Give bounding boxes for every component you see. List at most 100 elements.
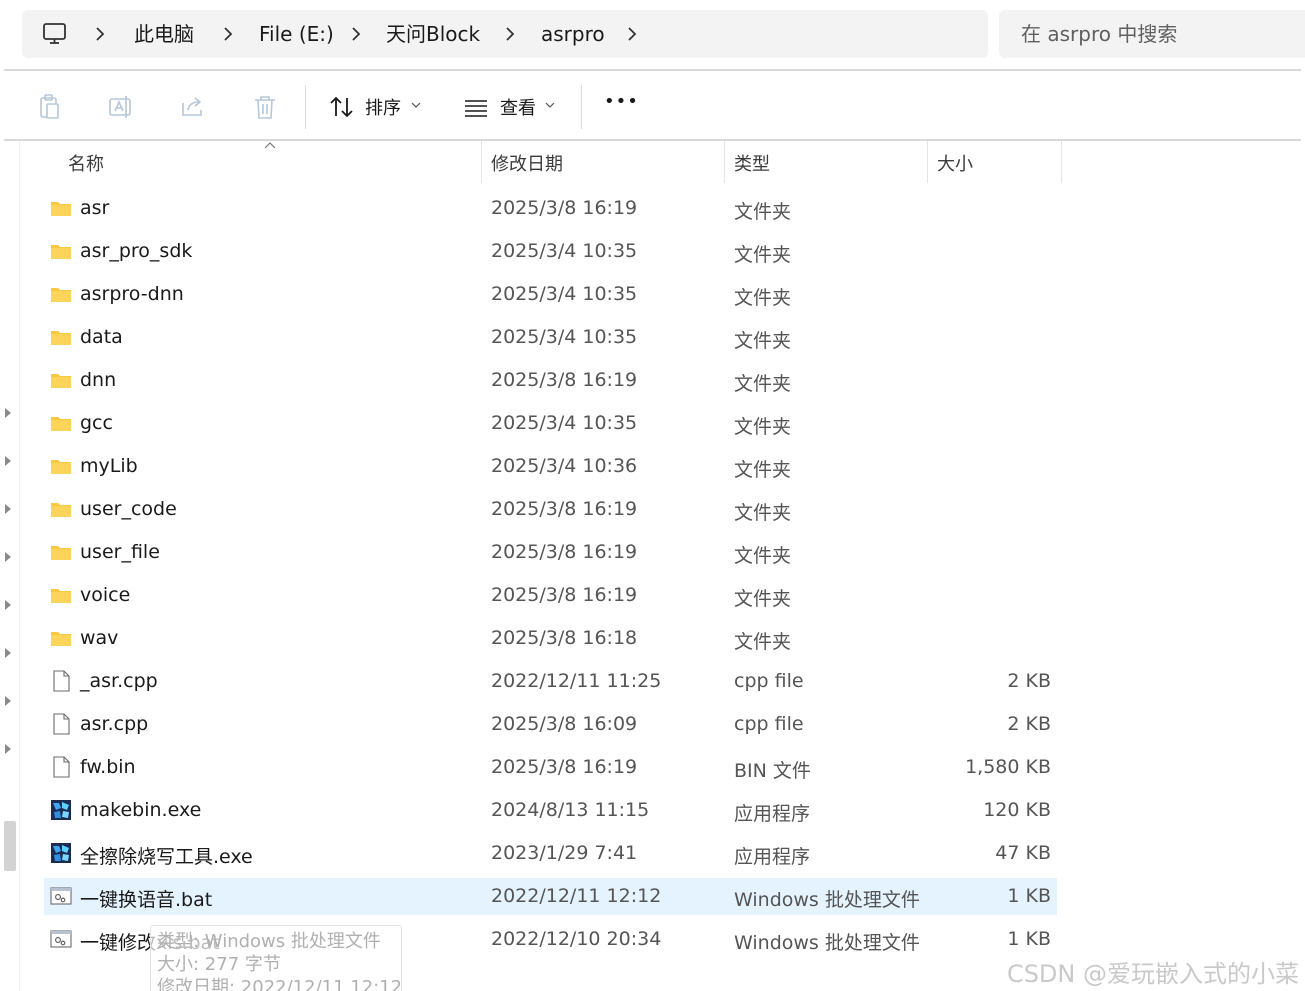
file-name: fw.bin	[80, 756, 136, 778]
file-date: 2025/3/8 16:19	[491, 197, 638, 219]
expand-arrow-icon[interactable]	[4, 743, 12, 755]
chevron-right-icon	[352, 27, 361, 41]
file-date: 2025/3/8 16:19	[491, 541, 638, 563]
folder-icon	[50, 326, 72, 348]
column-header-name[interactable]: 名称	[68, 150, 104, 176]
column-header-type[interactable]: 类型	[734, 150, 770, 176]
sort-button[interactable]: 排序	[365, 94, 401, 120]
expand-arrow-icon[interactable]	[4, 647, 12, 659]
file-row[interactable]: asr_pro_sdk 2025/3/4 10:35 文件夹	[44, 233, 1057, 270]
file-type: 文件夹	[734, 502, 792, 524]
file-row[interactable]: 一键换语音.bat 2022/12/11 12:12 Windows 批处理文件 1 …	[44, 878, 1057, 915]
column-separator[interactable]	[724, 141, 725, 183]
file-date: 2024/8/13 11:15	[491, 799, 650, 821]
view-button[interactable]: 查看	[500, 94, 536, 120]
search-box[interactable]: 在 asrpro 中搜索	[999, 10, 1305, 58]
file-icon	[50, 756, 72, 778]
file-type: 文件夹	[734, 373, 792, 395]
column-separator[interactable]	[1061, 141, 1062, 183]
file-row[interactable]: dnn 2025/3/8 16:19 文件夹	[44, 362, 1057, 399]
expand-arrow-icon[interactable]	[4, 455, 12, 467]
column-header-size[interactable]: 大小	[937, 150, 973, 176]
file-row[interactable]: asr 2025/3/8 16:19 文件夹	[44, 190, 1057, 227]
file-row[interactable]: user_code 2025/3/8 16:19 文件夹	[44, 491, 1057, 528]
chevron-down-icon	[545, 102, 555, 108]
file-name: voice	[80, 584, 131, 606]
share-icon[interactable]	[179, 93, 207, 121]
tooltip-date: 修改日期: 2022/12/11 12:12	[157, 977, 403, 991]
column-separator[interactable]	[481, 141, 482, 183]
file-name: asr_pro_sdk	[80, 240, 193, 262]
file-row[interactable]: 全擦除烧写工具.exe 2023/1/29 7:41 应用程序 47 KB	[44, 835, 1057, 872]
file-type: cpp file	[734, 713, 804, 735]
breadcrumb-asrpro[interactable]: asrpro	[541, 10, 605, 58]
file-name: dnn	[80, 369, 117, 391]
delete-icon[interactable]	[251, 93, 279, 121]
view-icon[interactable]	[462, 93, 490, 121]
file-row[interactable]: myLib 2025/3/4 10:36 文件夹	[44, 448, 1057, 485]
file-date: 2022/12/11 12:12	[491, 885, 662, 907]
rename-icon[interactable]	[107, 93, 135, 121]
file-name: user_code	[80, 498, 177, 520]
clipboard-icon[interactable]	[36, 93, 64, 121]
expand-arrow-icon[interactable]	[4, 503, 12, 515]
nav-scrollbar-thumb[interactable]	[4, 821, 16, 871]
column-header-date[interactable]: 修改日期	[491, 150, 563, 176]
file-name: myLib	[80, 455, 138, 477]
expand-arrow-icon[interactable]	[4, 695, 12, 707]
file-date: 2025/3/8 16:19	[491, 498, 638, 520]
file-row[interactable]: voice 2025/3/8 16:19 文件夹	[44, 577, 1057, 614]
expand-arrow-icon[interactable]	[4, 407, 12, 419]
folder-icon	[50, 455, 72, 477]
file-row[interactable]: data 2025/3/4 10:35 文件夹	[44, 319, 1057, 356]
file-name: 全擦除烧写工具.exe	[80, 846, 253, 868]
file-row[interactable]: asrpro-dnn 2025/3/4 10:35 文件夹	[44, 276, 1057, 313]
file-row[interactable]: fw.bin 2025/3/8 16:19 BIN 文件 1,580 KB	[44, 749, 1057, 786]
expand-arrow-icon[interactable]	[4, 599, 12, 611]
command-bar: 排序 查看 •••	[0, 71, 1305, 140]
file-type: 文件夹	[734, 287, 792, 309]
address-bar[interactable]: 此电脑 File (E:) 天问Block asrpro	[22, 10, 988, 58]
chevron-down-icon	[411, 102, 421, 108]
file-type: 应用程序	[734, 846, 811, 868]
file-row[interactable]: asr.cpp 2025/3/8 16:09 cpp file 2 KB	[44, 706, 1057, 743]
file-name: asr.cpp	[80, 713, 149, 735]
file-row[interactable]: _asr.cpp 2022/12/11 11:25 cpp file 2 KB	[44, 663, 1057, 700]
breadcrumb-this-pc[interactable]: 此电脑	[134, 10, 194, 58]
file-date: 2025/3/8 16:09	[491, 713, 638, 735]
file-name: _asr.cpp	[80, 670, 158, 692]
breadcrumb-drive[interactable]: File (E:)	[259, 10, 334, 58]
more-options-button[interactable]: •••	[604, 91, 639, 112]
search-input[interactable]: 在 asrpro 中搜索	[1021, 10, 1177, 58]
breadcrumb-tianwen-block[interactable]: 天问Block	[386, 10, 480, 58]
file-date: 2025/3/4 10:35	[491, 240, 638, 262]
file-size: 2 KB	[1007, 713, 1051, 735]
file-name: asrpro-dnn	[80, 283, 184, 305]
file-type: cpp file	[734, 670, 804, 692]
file-date: 2025/3/8 16:19	[491, 756, 638, 778]
sort-icon[interactable]	[328, 93, 356, 121]
navigation-pane	[0, 141, 20, 991]
expand-arrow-icon[interactable]	[4, 551, 12, 563]
column-separator[interactable]	[927, 141, 928, 183]
file-name: gcc	[80, 412, 113, 434]
file-date: 2025/3/4 10:36	[491, 455, 638, 477]
file-row[interactable]: gcc 2025/3/4 10:35 文件夹	[44, 405, 1057, 442]
computer-icon[interactable]	[42, 22, 68, 46]
toolbar-separator	[581, 85, 582, 129]
file-type: Windows 批处理文件	[734, 932, 920, 954]
chevron-right-icon[interactable]	[622, 24, 642, 44]
file-type: 应用程序	[734, 803, 811, 825]
folder-icon	[50, 584, 72, 606]
file-date: 2023/1/29 7:41	[491, 842, 638, 864]
file-row[interactable]: user_file 2025/3/8 16:19 文件夹	[44, 534, 1057, 571]
file-icon	[50, 670, 72, 692]
file-type: 文件夹	[734, 201, 792, 223]
file-row[interactable]: makebin.exe 2024/8/13 11:15 应用程序 120 KB	[44, 792, 1057, 829]
file-row[interactable]: wav 2025/3/8 16:18 文件夹	[44, 620, 1057, 657]
folder-icon	[50, 369, 72, 391]
file-date: 2025/3/8 16:19	[491, 369, 638, 391]
file-date: 2025/3/8 16:18	[491, 627, 638, 649]
file-type: BIN 文件	[734, 760, 811, 782]
file-name: wav	[80, 627, 119, 649]
